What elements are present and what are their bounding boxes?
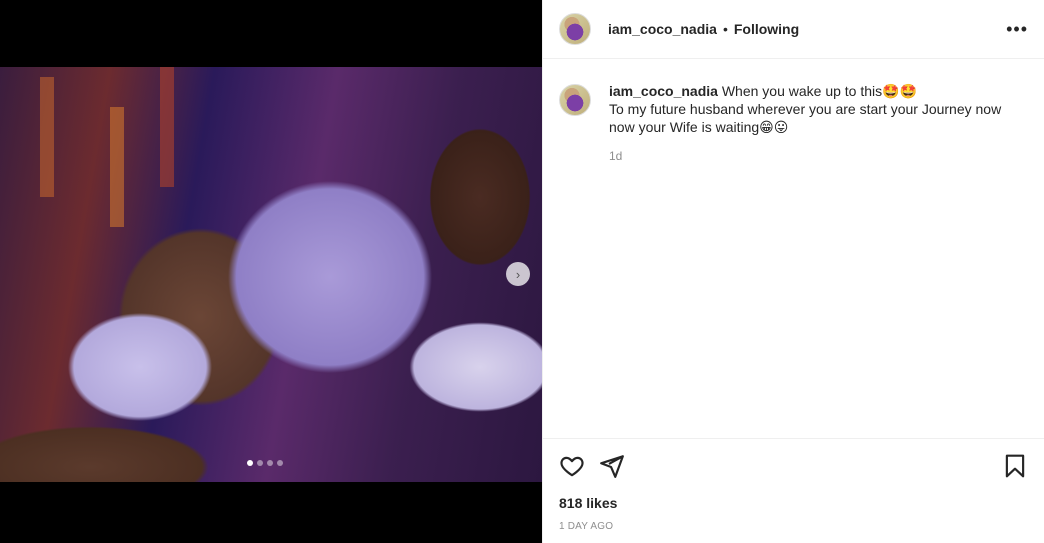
bookmark-icon[interactable]	[1002, 453, 1028, 479]
caption-line: now your Wife is waiting😁😛	[609, 119, 789, 135]
photo-pattern	[40, 77, 54, 197]
carousel-dot	[247, 460, 253, 466]
header-username[interactable]: iam_coco_nadia	[608, 21, 717, 37]
caption-line: To my future husband wherever you are st…	[609, 101, 1002, 117]
post-actions: 818 likes 1 DAY AGO	[543, 438, 1044, 543]
post-media: ›	[0, 0, 542, 543]
post-panel: iam_coco_nadia • Following ••• iam_coco_…	[542, 0, 1044, 543]
post-photo	[0, 67, 542, 482]
carousel-dot	[277, 460, 283, 466]
carousel-dot	[257, 460, 263, 466]
action-icons	[559, 453, 1028, 479]
photo-pattern	[160, 67, 174, 187]
caption-time[interactable]: 1d	[609, 147, 1001, 165]
share-icon[interactable]	[599, 453, 625, 479]
carousel-next-button[interactable]: ›	[506, 262, 530, 286]
photo-pattern	[110, 107, 124, 227]
carousel-dot	[267, 460, 273, 466]
likes-count[interactable]: 818 likes	[559, 495, 617, 511]
carousel-indicator	[247, 460, 283, 466]
caption-username[interactable]: iam_coco_nadia	[609, 83, 718, 99]
heart-icon[interactable]	[559, 453, 585, 479]
caption-line: When you wake up to this🤩🤩	[721, 83, 918, 99]
header-separator: •	[722, 21, 728, 37]
caption-text: iam_coco_nadia When you wake up to this🤩…	[609, 82, 1001, 165]
post-timestamp: 1 DAY AGO	[559, 521, 614, 532]
chevron-right-icon: ›	[515, 266, 521, 282]
more-options-icon[interactable]: •••	[1006, 19, 1028, 40]
avatar[interactable]	[559, 13, 591, 45]
following-button[interactable]: Following	[734, 21, 799, 37]
caption: iam_coco_nadia When you wake up to this🤩…	[559, 82, 1028, 165]
post-header: iam_coco_nadia • Following •••	[543, 0, 1044, 59]
avatar[interactable]	[559, 84, 591, 116]
